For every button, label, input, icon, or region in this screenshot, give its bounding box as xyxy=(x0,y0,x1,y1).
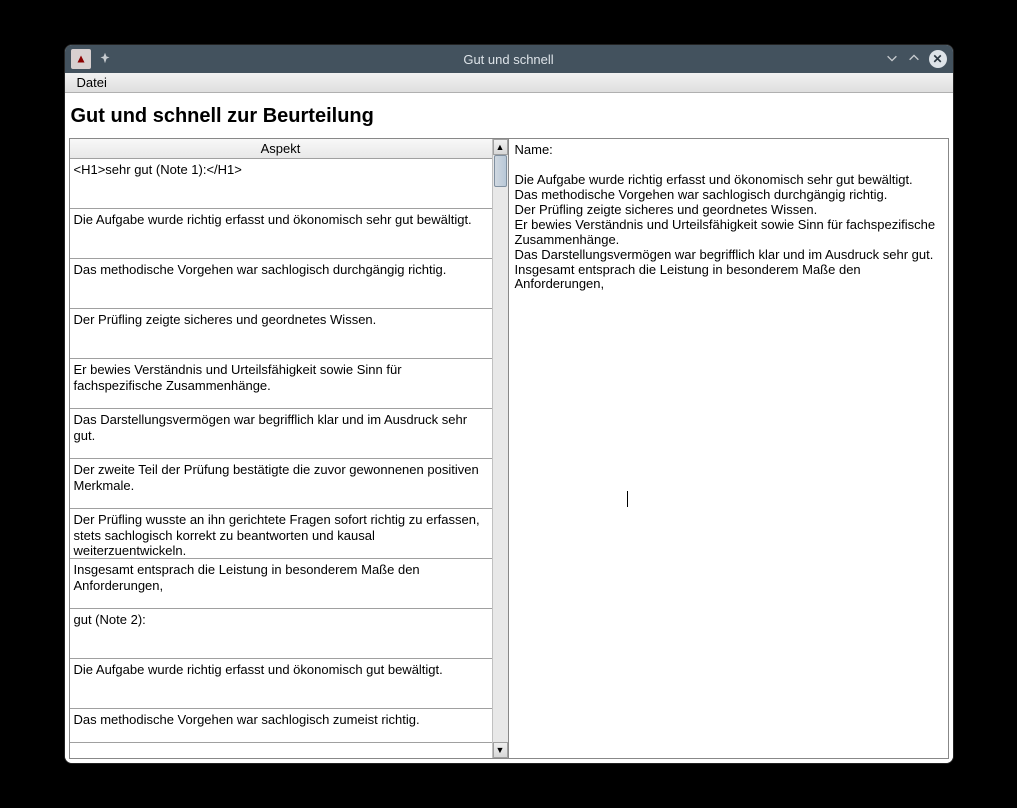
scrollbar[interactable]: ▲ ▼ xyxy=(492,139,508,758)
table-row[interactable]: Die Aufgabe wurde richtig erfasst und ök… xyxy=(70,209,492,259)
preview-line: Das Darstellungsvermögen war begrifflich… xyxy=(515,248,942,263)
preview-name-label: Name: xyxy=(515,143,942,158)
titlebar[interactable]: Gut und schnell ✕ xyxy=(65,45,953,73)
scroll-up-icon[interactable]: ▲ xyxy=(493,139,508,155)
preview-line: Die Aufgabe wurde richtig erfasst und ök… xyxy=(515,173,942,188)
table-row[interactable]: Das methodische Vorgehen war sachlogisch… xyxy=(70,709,492,743)
app-icon xyxy=(71,49,91,69)
scroll-thumb[interactable] xyxy=(494,155,507,187)
maximize-icon[interactable] xyxy=(907,51,921,68)
page-title: Gut und schnell zur Beurteilung xyxy=(65,93,953,138)
table-row[interactable]: Das methodische Vorgehen war sachlogisch… xyxy=(70,259,492,309)
aspect-table-panel: Aspekt <H1>sehr gut (Note 1):</H1> Die A… xyxy=(69,138,509,759)
menu-file[interactable]: Datei xyxy=(71,73,113,92)
table-row[interactable]: <H1>sehr gut (Note 1):</H1> xyxy=(70,159,492,209)
minimize-icon[interactable] xyxy=(885,51,899,68)
scroll-down-icon[interactable]: ▼ xyxy=(493,742,508,758)
close-icon[interactable]: ✕ xyxy=(929,50,947,68)
preview-line: Das methodische Vorgehen war sachlogisch… xyxy=(515,188,942,203)
pin-icon[interactable] xyxy=(99,52,111,67)
content-area: Gut und schnell zur Beurteilung Aspekt <… xyxy=(65,93,953,763)
menubar: Datei xyxy=(65,73,953,93)
table-row[interactable]: Insgesamt entsprach die Leistung in beso… xyxy=(70,559,492,609)
titlebar-controls: ✕ xyxy=(885,50,947,68)
table-row[interactable]: Der Prüfling zeigte sicheres und geordne… xyxy=(70,309,492,359)
preview-line: Insgesamt entsprach die Leistung in beso… xyxy=(515,263,942,293)
preview-line: Er bewies Verständnis und Urteilsfähigke… xyxy=(515,218,942,248)
aspect-table: Aspekt <H1>sehr gut (Note 1):</H1> Die A… xyxy=(70,139,492,758)
table-header-aspekt[interactable]: Aspekt xyxy=(70,139,492,159)
table-row[interactable]: Das Darstellungsvermögen war begrifflich… xyxy=(70,409,492,459)
table-row[interactable]: Er bewies Verständnis und Urteilsfähigke… xyxy=(70,359,492,409)
text-cursor-icon xyxy=(627,491,628,507)
main-area: Aspekt <H1>sehr gut (Note 1):</H1> Die A… xyxy=(65,138,953,763)
window-title: Gut und schnell xyxy=(463,52,553,67)
table-row[interactable]: Der zweite Teil der Prüfung bestätigte d… xyxy=(70,459,492,509)
table-row[interactable]: Die Aufgabe wurde richtig erfasst und ök… xyxy=(70,659,492,709)
table-row[interactable]: gut (Note 2): xyxy=(70,609,492,659)
app-window: Gut und schnell ✕ Datei Gut und schnell … xyxy=(64,44,954,764)
table-body: <H1>sehr gut (Note 1):</H1> Die Aufgabe … xyxy=(70,159,492,758)
preview-line: Der Prüfling zeigte sicheres und geordne… xyxy=(515,203,942,218)
table-row[interactable]: Der Prüfling wusste an ihn gerichtete Fr… xyxy=(70,509,492,559)
preview-panel[interactable]: Name: Die Aufgabe wurde richtig erfasst … xyxy=(509,138,949,759)
